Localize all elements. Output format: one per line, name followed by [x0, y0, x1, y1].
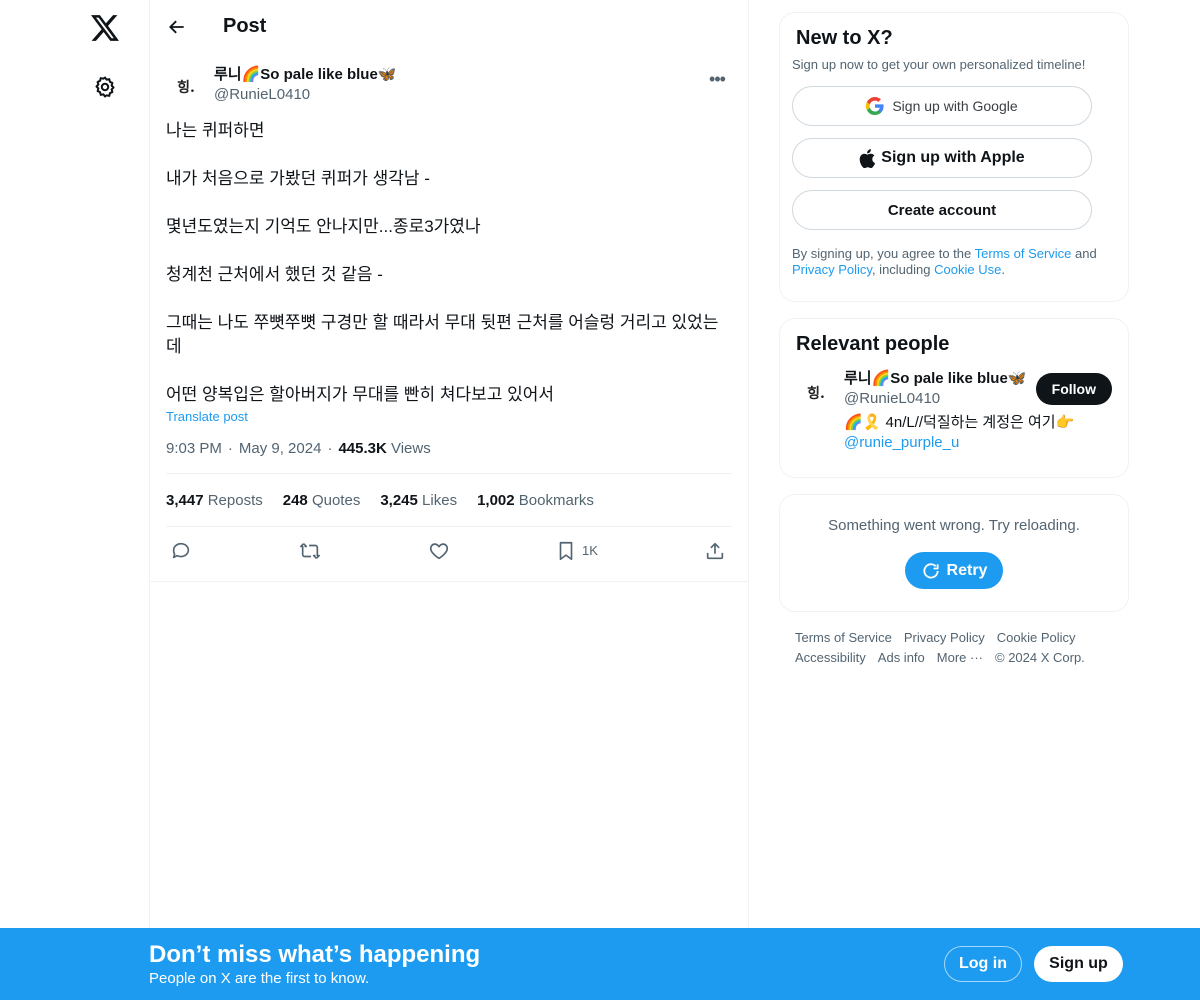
signup-legal-text: By signing up, you agree to the Terms of… [792, 246, 1112, 278]
separator-dot: · [227, 440, 233, 457]
footer-more-link[interactable]: More ··· [937, 650, 983, 665]
person-handle[interactable]: @RunieL0410 [844, 389, 1030, 409]
post-paragraph: 어떤 양복입은 할아버지가 무대를 빤히 쳐다보고 있어서 [166, 385, 555, 404]
bookmarks-label: Bookmarks [518, 491, 594, 509]
post-stats: 3,447 Reposts 248 Quotes 3,245 Likes 1,0… [166, 474, 732, 527]
person-bio: 🌈🎗️ 4n/L//덕질하는 계정은 여기👉 @runie_purple_u [844, 413, 1074, 453]
retry-label: Retry [946, 561, 988, 579]
post-time[interactable]: 9:03 PM [166, 440, 222, 457]
separator-dot: · [327, 440, 333, 457]
page-title: Post [223, 15, 267, 37]
signup-apple-label: Sign up with Apple [881, 149, 1025, 166]
avatar[interactable]: 힝. [166, 67, 206, 107]
error-message: Something went wrong. Try reloading. [828, 517, 1080, 534]
gear-icon[interactable] [82, 64, 128, 110]
person-info: 루니🌈So pale like blue🦋 @RunieL0410 🌈🎗️ 4n… [844, 369, 1074, 453]
privacy-link[interactable]: Privacy Policy [792, 262, 872, 277]
banner-subtitle: People on X are the first to know. [149, 970, 370, 987]
signup-card-subtitle: Sign up now to get your own personalized… [792, 57, 1086, 72]
author-display-name[interactable]: 루니🌈So pale like blue🦋 [214, 65, 397, 85]
terms-link[interactable]: Terms of Service [975, 246, 1072, 261]
arrow-left-icon[interactable] [166, 16, 188, 38]
google-icon [866, 97, 884, 115]
share-icon[interactable] [704, 540, 726, 562]
relevant-people-title: Relevant people [796, 333, 950, 355]
main-header: Post [150, 0, 748, 53]
divider [150, 581, 748, 582]
post-paragraph: 나는 퀴퍼하면 [166, 121, 265, 140]
quotes-count: 248 [282, 491, 308, 509]
likes-count: 3,245 [380, 491, 418, 509]
footer-links: Terms of Service Privacy Policy Cookie Pol… [795, 628, 1115, 668]
signup-google-label: Sign up with Google [892, 98, 1018, 114]
post-paragraph: 청계천 근처에서 했던 것 같음 - [166, 265, 383, 284]
signup-button[interactable]: Sign up [1034, 946, 1123, 982]
repost-icon[interactable] [298, 540, 322, 562]
refresh-icon [921, 561, 941, 581]
bookmark-count: 1K [582, 543, 598, 558]
reply-icon[interactable] [170, 540, 192, 562]
relevant-people-card: Relevant people 힝. 루니🌈So pale like blue🦋… [779, 318, 1129, 478]
app-root: Post 힝. 루니🌈So pale like blue🦋 @RunieL041… [0, 0, 1200, 1000]
quotes-label: Quotes [311, 491, 361, 509]
post-body: 나는 퀴퍼하면 내가 처음으로 가봤던 퀴퍼가 생각남 - 몇년도였는지 기억도… [166, 119, 732, 407]
post-date[interactable]: May 9, 2024 [239, 440, 322, 457]
author-handle[interactable]: @RunieL0410 [214, 85, 397, 105]
left-nav [0, 0, 150, 1000]
legal-and: and [1071, 246, 1097, 261]
error-card: Something went wrong. Try reloading. Ret… [779, 494, 1129, 612]
signup-card-title: New to X? [796, 27, 893, 49]
retry-button[interactable]: Retry [904, 552, 1004, 589]
apple-icon [859, 148, 876, 168]
reposts-stat[interactable]: 3,447 Reposts [166, 492, 263, 509]
views-count: 445.3K [338, 440, 387, 457]
footer-cookie-link[interactable]: Cookie Policy [997, 630, 1076, 645]
bookmarks-stat[interactable]: 1,002 Bookmarks [477, 492, 594, 509]
heart-icon[interactable] [428, 540, 450, 562]
cookie-use-link[interactable]: Cookie Use [934, 262, 1001, 277]
more-options-icon[interactable]: ••• [702, 67, 732, 91]
login-button[interactable]: Log in [944, 946, 1022, 982]
person-item[interactable]: 힝. 루니🌈So pale like blue🦋 @RunieL0410 🌈🎗️… [796, 369, 1112, 459]
follow-button[interactable]: Follow [1035, 373, 1112, 405]
post-paragraph: 내가 처음으로 가봤던 퀴퍼가 생각남 - [166, 169, 430, 188]
signup-card: New to X? Sign up now to get your own pe… [779, 12, 1129, 302]
reposts-label: Reposts [207, 491, 263, 509]
post: 힝. 루니🌈So pale like blue🦋 @RunieL0410 •••… [150, 53, 748, 574]
legal-end: . [1001, 262, 1005, 277]
avatar[interactable]: 힝. [796, 373, 836, 413]
post-meta: 9:03 PM · May 9, 2024 · 445.3K Views [166, 440, 732, 474]
bookmark-action[interactable]: 1K [556, 540, 598, 562]
likes-label: Likes [422, 491, 458, 509]
post-actions: 1K [166, 527, 732, 574]
create-account-button[interactable]: Create account [792, 190, 1092, 230]
translate-post-link[interactable]: Translate post [166, 409, 248, 424]
bio-mention-link[interactable]: @runie_purple_u [844, 434, 959, 451]
quotes-stat[interactable]: 248 Quotes [283, 492, 361, 509]
post-paragraph: 그때는 나도 쭈뼛쭈뼛 구경만 할 때라서 무대 뒷편 근처를 어슬렁 거리고 … [166, 313, 719, 356]
post-paragraph: 몇년도였는지 기억도 안나지만...종로3가였나 [166, 217, 481, 236]
footer-privacy-link[interactable]: Privacy Policy [904, 630, 985, 645]
person-bio-text: 🌈🎗️ 4n/L//덕질하는 계정은 여기👉 [844, 414, 1075, 431]
bookmark-icon [556, 540, 576, 562]
footer-accessibility-link[interactable]: Accessibility [795, 650, 866, 665]
bottom-banner: Don’t miss what’s happening People on X … [0, 928, 1200, 1000]
bookmarks-count: 1,002 [477, 491, 515, 509]
x-logo-icon[interactable] [82, 5, 128, 51]
main-column: Post 힝. 루니🌈So pale like blue🦋 @RunieL041… [149, 0, 749, 1000]
legal-including: , including [871, 262, 935, 277]
person-display-name[interactable]: 루니🌈So pale like blue🦋 [844, 369, 1030, 389]
banner-title: Don’t miss what’s happening [149, 941, 481, 968]
reposts-count: 3,447 [166, 491, 204, 509]
footer-ads-link[interactable]: Ads info [878, 650, 925, 665]
likes-stat[interactable]: 3,245 Likes [380, 492, 457, 509]
post-author-row: 힝. 루니🌈So pale like blue🦋 @RunieL0410 ••• [166, 53, 732, 115]
author-names: 루니🌈So pale like blue🦋 @RunieL0410 [214, 65, 397, 105]
signup-apple-button[interactable]: Sign up with Apple [792, 138, 1092, 178]
footer-copyright: © 2024 X Corp. [995, 650, 1085, 665]
views-label: Views [390, 440, 431, 457]
footer-terms-link[interactable]: Terms of Service [795, 630, 892, 645]
signup-google-button[interactable]: Sign up with Google [792, 86, 1092, 126]
legal-prefix: By signing up, you agree to the [792, 246, 975, 261]
